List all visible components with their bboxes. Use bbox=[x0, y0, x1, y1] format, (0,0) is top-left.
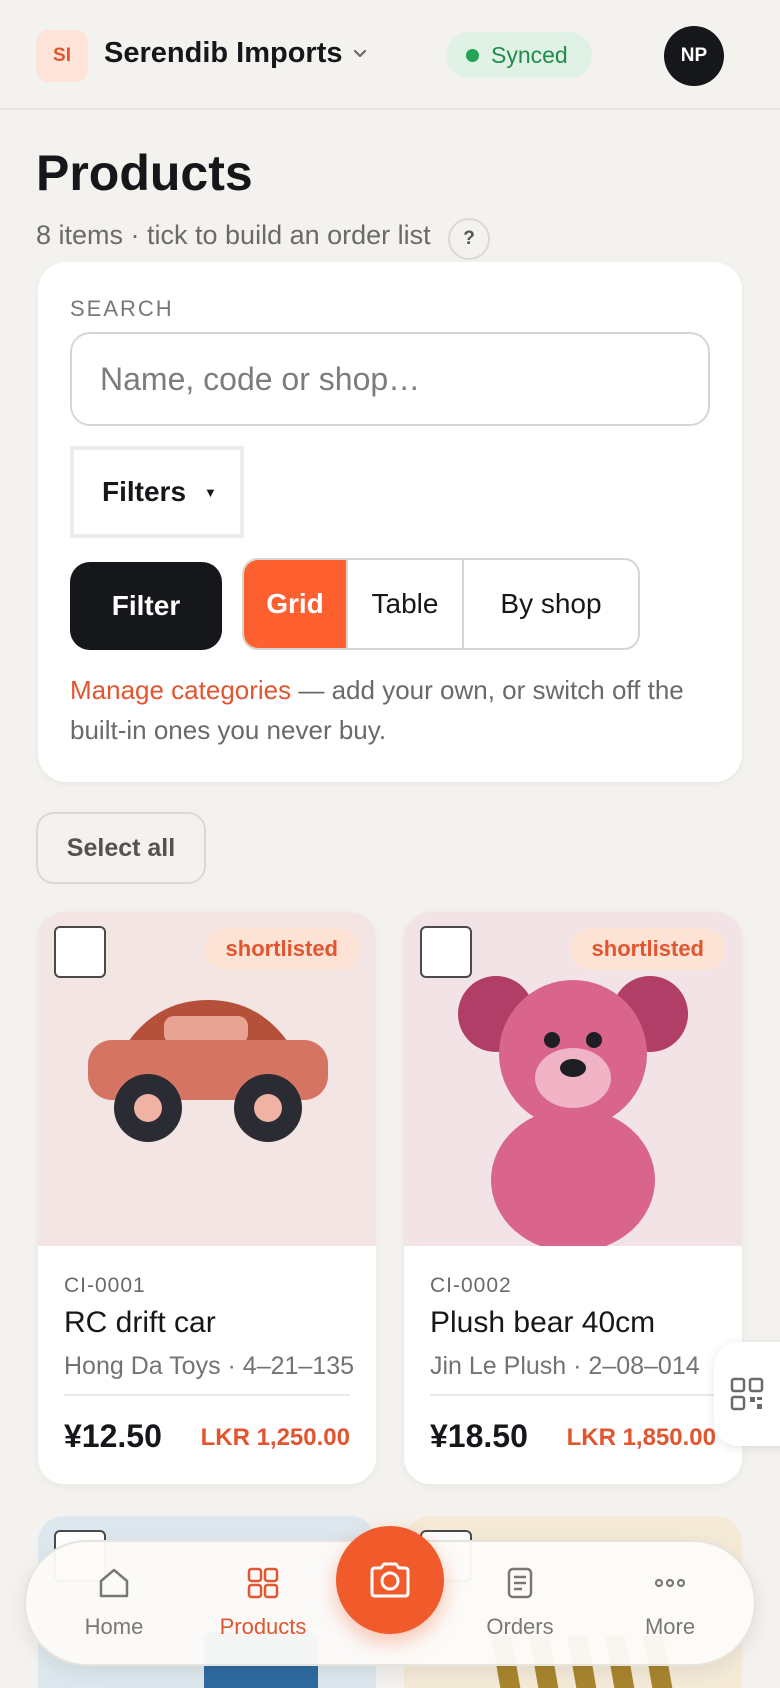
nav-orders[interactable]: Orders bbox=[450, 1566, 590, 1640]
categories-note: Manage categories — add your own, or swi… bbox=[70, 670, 710, 750]
product-card[interactable]: shortlisted CI-0001 RC drift car Hong Da… bbox=[38, 912, 376, 1484]
product-supplier: Hong Da Toys · 4–21–135 bbox=[64, 1352, 355, 1380]
view-toggle: Grid Table By shop bbox=[242, 558, 640, 650]
more-dots-icon bbox=[654, 1578, 686, 1588]
camera-icon bbox=[370, 1562, 410, 1598]
product-name: RC drift car bbox=[64, 1306, 216, 1339]
shortlisted-badge: shortlisted bbox=[569, 928, 726, 970]
product-local-price: LKR 1,250.00 bbox=[200, 1424, 350, 1451]
org-name[interactable]: Serendib Imports bbox=[104, 37, 343, 70]
search-input[interactable] bbox=[70, 332, 710, 426]
nav-label: More bbox=[644, 1614, 696, 1639]
help-button[interactable]: ? bbox=[448, 218, 490, 260]
sync-status-badge: Synced bbox=[446, 32, 592, 78]
nav-products[interactable]: Products bbox=[193, 1566, 333, 1640]
nav-label: Orders bbox=[486, 1614, 554, 1639]
product-checkbox[interactable] bbox=[54, 926, 106, 978]
filters-dropdown[interactable]: Filters ▼ bbox=[70, 446, 244, 538]
product-code: CI-0001 bbox=[64, 1274, 146, 1297]
product-price: ¥18.50 bbox=[430, 1418, 528, 1454]
home-icon bbox=[99, 1568, 129, 1598]
page-subtitle: 8 items · tick to build an order list bbox=[36, 220, 431, 250]
manage-categories-link[interactable]: Manage categories bbox=[70, 675, 291, 705]
page-title: Products bbox=[36, 145, 253, 201]
product-checkbox[interactable] bbox=[420, 926, 472, 978]
nav-label: Products bbox=[219, 1614, 307, 1639]
product-supplier: Jin Le Plush · 2–08–014 bbox=[430, 1352, 700, 1380]
filters-label: Filters bbox=[102, 476, 187, 507]
search-panel: SEARCH Filters ▼ Filter Grid Table By sh… bbox=[38, 262, 742, 782]
search-label: SEARCH bbox=[70, 296, 174, 321]
status-dot-icon bbox=[466, 48, 479, 62]
product-name: Plush bear 40cm bbox=[430, 1306, 656, 1339]
nav-label: Home bbox=[84, 1614, 144, 1639]
divider bbox=[430, 1394, 716, 1396]
filter-button[interactable]: Filter bbox=[70, 562, 222, 650]
product-price: ¥12.50 bbox=[64, 1418, 162, 1454]
qr-code-icon bbox=[730, 1377, 764, 1411]
app-header: SI Serendib Imports Synced NP bbox=[0, 0, 780, 110]
nav-more[interactable]: More bbox=[600, 1566, 740, 1640]
shortlisted-badge: shortlisted bbox=[203, 928, 360, 970]
caret-down-icon: ▼ bbox=[204, 484, 217, 500]
select-all-button[interactable]: Select all bbox=[36, 812, 206, 884]
product-local-price: LKR 1,850.00 bbox=[566, 1424, 716, 1451]
product-card[interactable]: shortlisted CI-0002 Plush bear 40cm Jin … bbox=[404, 912, 742, 1484]
divider bbox=[64, 1394, 350, 1396]
receipt-icon bbox=[507, 1567, 533, 1599]
view-by-shop-option[interactable]: By shop bbox=[464, 560, 638, 648]
qr-scan-tab[interactable] bbox=[714, 1342, 780, 1446]
product-code: CI-0002 bbox=[430, 1274, 512, 1297]
view-table-option[interactable]: Table bbox=[348, 560, 464, 648]
nav-home[interactable]: Home bbox=[44, 1566, 184, 1640]
chevron-down-icon[interactable] bbox=[352, 46, 368, 62]
camera-button[interactable] bbox=[336, 1526, 444, 1634]
grid-icon bbox=[247, 1567, 279, 1599]
org-badge[interactable]: SI bbox=[36, 30, 88, 82]
sync-status-label: Synced bbox=[491, 41, 568, 68]
view-grid-option[interactable]: Grid bbox=[244, 560, 348, 648]
avatar[interactable]: NP bbox=[664, 26, 724, 86]
